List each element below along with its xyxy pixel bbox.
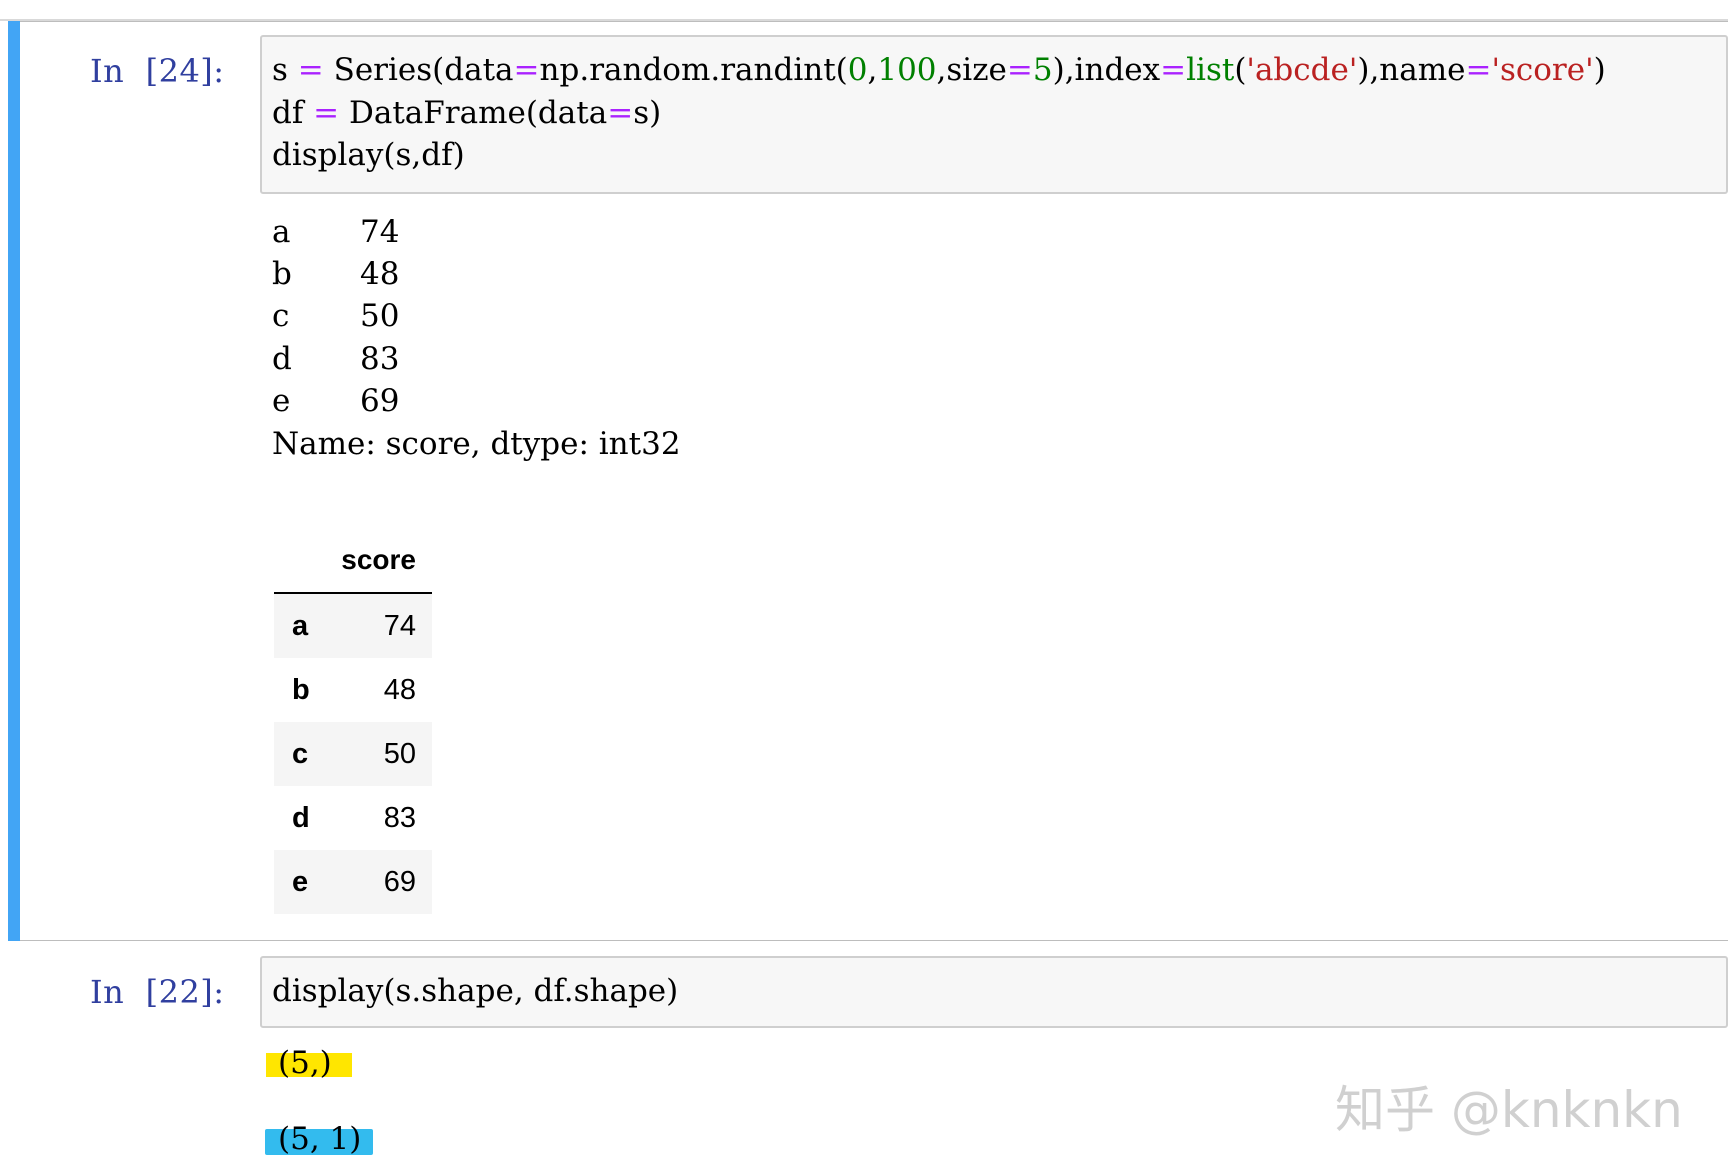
code-line: display(s.shape, df.shape) — [272, 973, 678, 1009]
code-token: = — [514, 52, 540, 88]
code-token: 100 — [877, 52, 936, 88]
code-line: s = Series(data=np.random.randint(0,100,… — [272, 52, 1606, 88]
table-row: d 83 — [274, 786, 432, 850]
code-line: df = DataFrame(data=s) — [272, 95, 661, 131]
code-token: = — [1465, 52, 1491, 88]
table-row: e 69 — [274, 850, 432, 914]
code-token: ,size — [937, 52, 1007, 88]
code-token: s — [272, 52, 298, 88]
code-token: 0 — [848, 52, 868, 88]
table-row: c 50 — [274, 722, 432, 786]
code-token: 'score' — [1491, 52, 1593, 88]
code-token: = — [298, 52, 324, 88]
series-footer: Name: score, dtype: int32 — [272, 426, 681, 462]
input-prompt: In [22]: — [90, 973, 225, 1011]
code-token: ( — [1234, 52, 1246, 88]
code-token: ),index — [1053, 52, 1161, 88]
code-line: display(s,df) — [272, 137, 465, 173]
series-index: d — [272, 341, 292, 377]
series-index: c — [272, 298, 289, 334]
row-value: 83 — [384, 802, 416, 835]
code-token: = — [313, 95, 339, 131]
code-token: Series(data — [324, 52, 514, 88]
output-text: (5, 1) — [278, 1121, 361, 1157]
code-token: DataFrame(data — [339, 95, 607, 131]
code-token: ) — [1594, 52, 1606, 88]
table-row: a 74 — [274, 594, 432, 658]
code-token: 'abcde' — [1246, 52, 1357, 88]
code-token: ),name — [1357, 52, 1465, 88]
series-index: b — [272, 256, 292, 292]
row-index: a — [292, 610, 308, 643]
code-token: = — [607, 95, 633, 131]
output-text: (5,) — [278, 1045, 332, 1081]
dataframe-header: score — [274, 540, 432, 594]
series-value: 83 — [360, 341, 399, 377]
watermark: 知乎 @knknkn — [1335, 1070, 1683, 1142]
input-prompt: In [24]: — [90, 52, 225, 90]
series-value: 74 — [360, 214, 399, 250]
row-index: c — [292, 738, 308, 771]
row-index: e — [292, 866, 308, 899]
code-token: df — [272, 95, 313, 131]
series-index: e — [272, 383, 290, 419]
code-token: np.random.randint( — [540, 52, 848, 88]
table-row: b 48 — [274, 658, 432, 722]
row-index: d — [292, 802, 310, 835]
code-token: = — [1160, 52, 1186, 88]
column-header: score — [341, 544, 416, 576]
code-token: display(s,df) — [272, 137, 465, 173]
code-token: s) — [633, 95, 661, 131]
code-token: 5 — [1033, 52, 1053, 88]
series-index: a — [272, 214, 290, 250]
row-index: b — [292, 674, 310, 707]
series-value: 50 — [360, 298, 399, 334]
series-value: 48 — [360, 256, 399, 292]
code-token: , — [868, 52, 878, 88]
code-token: = — [1007, 52, 1033, 88]
row-value: 74 — [384, 610, 416, 643]
selected-cell-indicator — [8, 21, 20, 941]
row-value: 69 — [384, 866, 416, 899]
series-value: 69 — [360, 383, 399, 419]
code-token: list — [1186, 52, 1234, 88]
row-value: 50 — [384, 738, 416, 771]
row-value: 48 — [384, 674, 416, 707]
